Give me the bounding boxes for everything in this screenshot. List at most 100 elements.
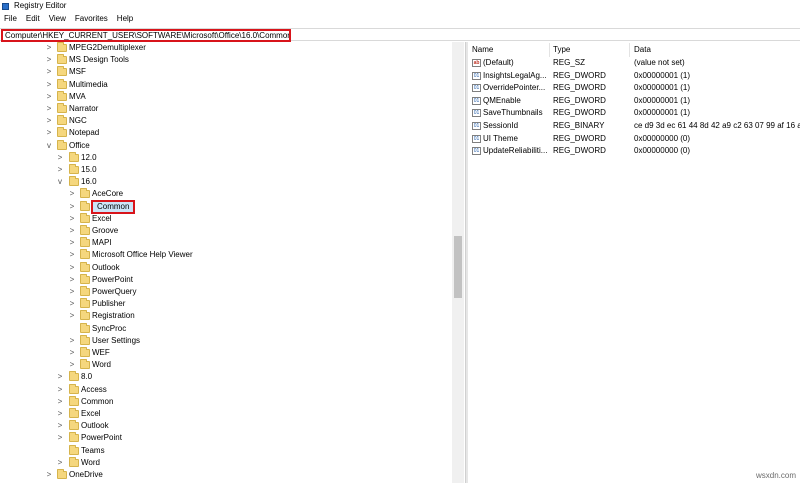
binary-value-icon: 01 <box>472 122 481 130</box>
menu-view[interactable]: View <box>49 14 66 24</box>
chevron-right-icon[interactable]: > <box>56 165 64 175</box>
tree-item-label: PowerPoint <box>81 433 122 443</box>
chevron-right-icon[interactable]: > <box>68 336 76 346</box>
chevron-right-icon[interactable]: > <box>68 202 76 212</box>
chevron-right-icon[interactable]: > <box>45 104 53 114</box>
chevron-right-icon[interactable]: > <box>56 409 64 419</box>
tree-item[interactable]: > Narrator <box>0 103 450 115</box>
chevron-right-icon[interactable]: > <box>68 275 76 285</box>
tree-item[interactable]: > User Settings <box>0 334 450 347</box>
tree-item[interactable]: > Microsoft Office Help Viewer <box>0 249 450 261</box>
tree-item[interactable]: > Word <box>0 456 450 469</box>
chevron-right-icon[interactable]: > <box>68 214 76 224</box>
tree-item[interactable]: > PowerPoint <box>0 273 450 286</box>
tree-item[interactable]: > Common <box>0 395 450 408</box>
tree-item[interactable]: > Multimedia <box>0 78 450 91</box>
chevron-right-icon[interactable]: > <box>68 250 76 260</box>
chevron-right-icon[interactable]: > <box>45 470 53 480</box>
chevron-right-icon[interactable]: > <box>68 238 76 248</box>
chevron-right-icon[interactable]: > <box>68 226 76 236</box>
tree-item[interactable]: > PowerQuery <box>0 286 450 298</box>
menu-file[interactable]: File <box>4 14 17 24</box>
chevron-right-icon[interactable]: > <box>68 311 76 321</box>
folder-icon <box>80 261 90 272</box>
chevron-right-icon[interactable]: > <box>56 433 64 443</box>
tree-item[interactable]: >8.0 <box>0 371 450 383</box>
tree-item[interactable]: > PowerPoint <box>0 432 450 444</box>
tree-item[interactable]: > MPEG2Demultiplexer <box>0 42 450 54</box>
chevron-right-icon[interactable]: > <box>68 299 76 309</box>
tree-scrollbar-thumb[interactable] <box>454 236 462 298</box>
value-name: QMEnable <box>483 95 521 105</box>
chevron-right-icon[interactable]: > <box>45 55 53 65</box>
tree-item[interactable]: > Excel <box>0 212 450 225</box>
chevron-right-icon[interactable]: > <box>56 385 64 395</box>
tree-item[interactable]: Teams <box>0 444 450 457</box>
tree-item[interactable]: > Common <box>0 199 450 214</box>
chevron-right-icon[interactable]: > <box>45 43 53 53</box>
chevron-right-icon[interactable]: > <box>45 80 53 90</box>
tree-item[interactable]: > MAPI <box>0 237 450 249</box>
chevron-right-icon[interactable]: > <box>45 92 53 102</box>
tree-item[interactable]: > MVA <box>0 90 450 103</box>
chevron-right-icon[interactable]: > <box>56 421 64 431</box>
value-row[interactable]: 01 SessionId REG_BINARY ce d9 3d ec 61 44 8… <box>469 120 800 132</box>
chevron-right-icon[interactable]: > <box>45 128 53 138</box>
tree-item[interactable]: > Notepad <box>0 127 450 139</box>
chevron-right-icon[interactable]: > <box>68 360 76 370</box>
value-row[interactable]: 01 UI Theme REG_DWORD 0x00000000 (0) <box>469 133 800 145</box>
tree-item[interactable]: > Excel <box>0 408 450 420</box>
value-row[interactable]: 01 OverridePointer... REG_DWORD 0x00000001 … <box>469 82 800 94</box>
value-data: 0x00000000 (0) <box>634 133 691 143</box>
chevron-right-icon[interactable]: > <box>68 348 76 358</box>
value-row[interactable]: 01 UpdateReliabiliti... REG_DWORD 0x0000000… <box>469 145 800 157</box>
tree-item[interactable]: > Groove <box>0 225 450 237</box>
chevron-right-icon[interactable]: > <box>68 189 76 199</box>
chevron-right-icon[interactable] <box>68 324 76 334</box>
chevron-right-icon[interactable]: > <box>56 372 64 382</box>
value-row[interactable]: ab (Default) REG_SZ (value not set) <box>469 57 800 69</box>
tree-item[interactable]: >12.0 <box>0 151 450 164</box>
column-header-type[interactable]: Type <box>553 45 570 55</box>
menu-favorites[interactable]: Favorites <box>75 14 108 24</box>
tree-item[interactable]: > Registration <box>0 310 450 322</box>
tree-item[interactable]: > WEF <box>0 347 450 359</box>
chevron-down-icon[interactable]: v <box>45 141 53 151</box>
tree-item-label: MAPI <box>92 238 112 248</box>
tree-item[interactable]: > OneDrive <box>0 469 450 481</box>
menu-edit[interactable]: Edit <box>26 14 40 24</box>
column-separator[interactable] <box>549 43 550 57</box>
chevron-right-icon[interactable]: > <box>45 116 53 126</box>
chevron-right-icon[interactable] <box>56 446 64 456</box>
chevron-right-icon[interactable]: > <box>56 458 64 468</box>
chevron-right-icon[interactable]: > <box>56 397 64 407</box>
tree-item[interactable]: > Word <box>0 359 450 371</box>
value-row[interactable]: 01 QMEnable REG_DWORD 0x00000001 (1) <box>469 95 800 107</box>
chevron-right-icon[interactable]: > <box>68 263 76 273</box>
tree-item[interactable]: SyncProc <box>0 322 450 335</box>
chevron-down-icon[interactable]: v <box>56 177 64 187</box>
tree-item[interactable]: > NGC <box>0 115 450 127</box>
address-input[interactable] <box>1 29 291 42</box>
tree-item[interactable]: >15.0 <box>0 164 450 176</box>
chevron-right-icon[interactable]: > <box>56 153 64 163</box>
column-separator[interactable] <box>629 43 630 57</box>
pane-splitter[interactable] <box>465 42 468 483</box>
tree-item[interactable]: > Access <box>0 383 450 396</box>
chevron-right-icon[interactable]: > <box>68 287 76 297</box>
tree-item[interactable]: > Publisher <box>0 298 450 310</box>
value-row[interactable]: 01 InsightsLegalAg... REG_DWORD 0x00000001 … <box>469 70 800 82</box>
tree-item[interactable]: > MSF <box>0 66 450 78</box>
tree-item[interactable]: > AceCore <box>0 188 450 200</box>
menu-help[interactable]: Help <box>117 14 133 24</box>
column-header-name[interactable]: Name <box>472 45 493 55</box>
value-row[interactable]: 01 SaveThumbnails REG_DWORD 0x00000001 (1) <box>469 107 800 119</box>
tree-item[interactable]: > MS Design Tools <box>0 54 450 66</box>
tree-item[interactable]: v Office <box>0 139 450 152</box>
tree-item[interactable]: v 16.0 <box>0 176 450 188</box>
chevron-right-icon[interactable]: > <box>45 67 53 77</box>
folder-icon <box>69 456 79 467</box>
column-header-data[interactable]: Data <box>634 45 651 55</box>
tree-item[interactable]: > Outlook <box>0 261 450 274</box>
tree-item[interactable]: > Outlook <box>0 420 450 432</box>
